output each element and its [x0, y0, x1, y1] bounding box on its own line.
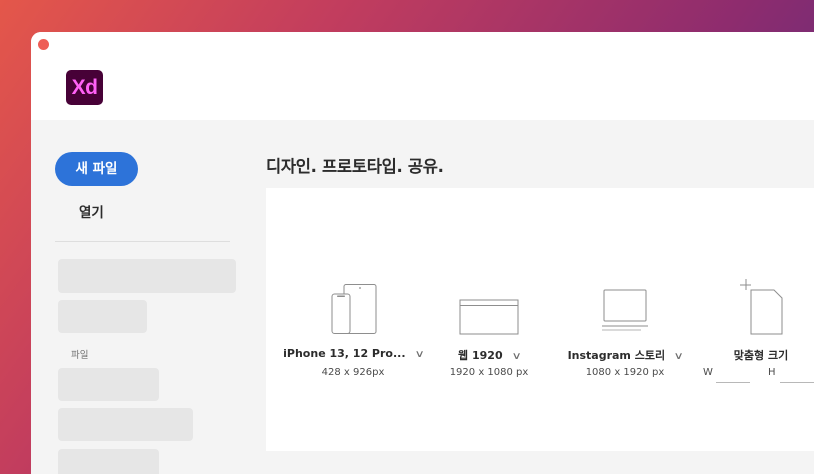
preset-name: 웹 1920 ∨	[458, 349, 522, 362]
new-file-button[interactable]: 새 파일	[55, 152, 138, 186]
home-screen: 새 파일 열기 파일 디자인. 프로토타입. 공유. iPhone 13, 12…	[31, 120, 814, 474]
sidebar-divider	[55, 241, 230, 242]
preset-size: 428 x 926px	[321, 367, 385, 378]
title-bar: Xd	[31, 32, 814, 120]
preset-custom-size[interactable]: 맞춤형 크기 W H	[686, 188, 814, 451]
files-section-label: 파일	[71, 350, 89, 361]
presets-panel: iPhone 13, 12 Pro... ∨ 428 x 926px 웹 1920…	[266, 188, 814, 451]
height-input[interactable]	[780, 382, 814, 383]
file-placeholder	[58, 368, 159, 401]
close-window-button[interactable]	[38, 39, 49, 50]
sidebar-placeholder	[58, 300, 147, 333]
page-headline: 디자인. 프로토타입. 공유.	[266, 157, 444, 176]
preset-web[interactable]: 웹 1920 ∨ 1920 x 1080 px	[414, 188, 564, 451]
open-link[interactable]: 열기	[79, 201, 104, 221]
phone-tablet-icon	[331, 284, 377, 334]
file-placeholder	[58, 449, 159, 474]
preset-size: 1920 x 1080 px	[449, 367, 529, 378]
custom-document-icon	[740, 279, 783, 335]
preset-instagram-story[interactable]: Instagram 스토리 ∨ 1080 x 1920 px	[550, 188, 700, 451]
sidebar: 새 파일 열기 파일	[31, 120, 255, 474]
laptop-icon	[602, 289, 648, 331]
preset-name: Instagram 스토리 ∨	[567, 349, 684, 362]
preset-size: 1080 x 1920 px	[585, 367, 665, 378]
app-window: Xd 새 파일 열기 파일 디자인. 프로토타입. 공유. iPhone 13,…	[31, 32, 814, 474]
chevron-down-icon[interactable]: ∨	[511, 351, 521, 362]
browser-window-icon	[459, 299, 519, 335]
width-input[interactable]	[716, 382, 750, 383]
xd-logo: Xd	[66, 70, 103, 105]
sidebar-placeholder	[58, 259, 236, 293]
width-label: W	[703, 367, 713, 378]
preset-name: iPhone 13, 12 Pro... ∨	[283, 347, 425, 360]
height-label: H	[768, 367, 776, 378]
chevron-down-icon[interactable]: ∨	[674, 351, 684, 362]
file-placeholder	[58, 408, 193, 441]
preset-name: 맞춤형 크기	[733, 349, 789, 362]
preset-iphone[interactable]: iPhone 13, 12 Pro... ∨ 428 x 926px	[278, 188, 428, 451]
